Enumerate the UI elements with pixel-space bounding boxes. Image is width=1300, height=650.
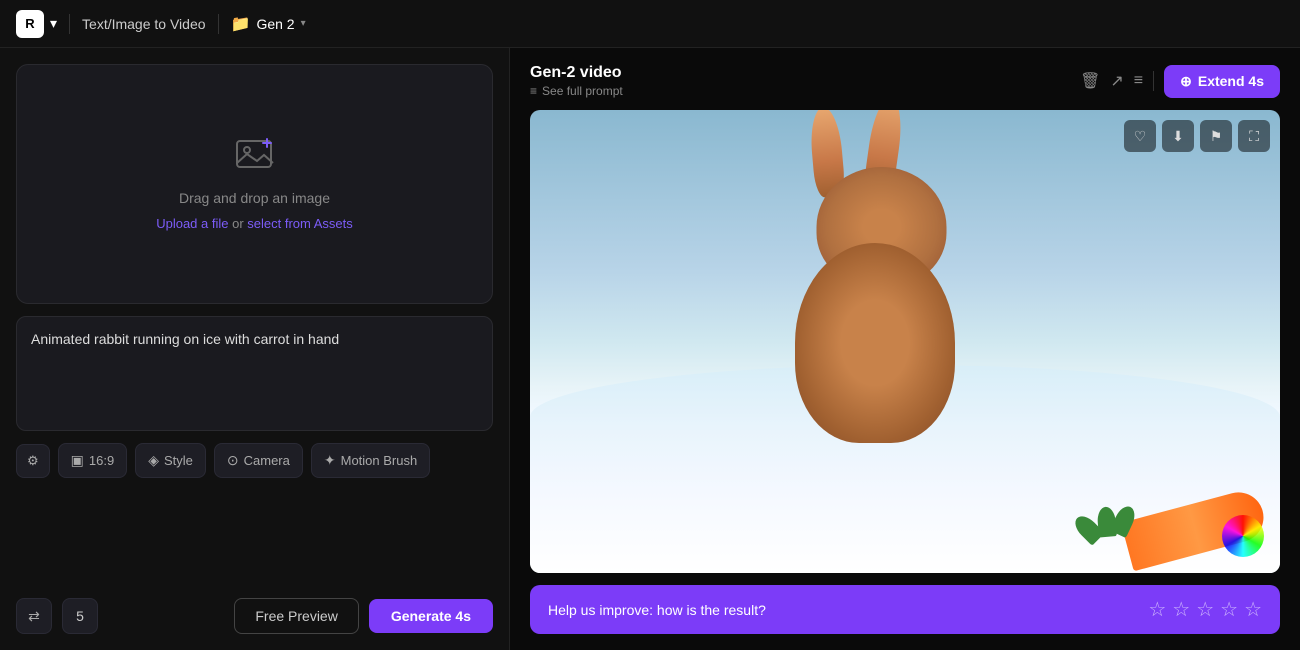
left-panel: Drag and drop an image Upload a file or … [0,48,510,650]
filter-button[interactable]: ⇄ [16,598,52,634]
logo-button[interactable]: R ▾ [16,10,57,38]
filter-icon: ⇄ [28,608,40,625]
see-prompt-label: See full prompt [542,84,623,98]
camera-button[interactable]: ⊙ Camera [214,443,303,478]
gen2-label: Gen 2 [256,16,294,32]
vertical-divider [1153,71,1154,91]
toolbar: ⚙ ▣ 16:9 ◈ Style ⊙ Camera ✦ Motion Brush [16,443,493,478]
image-upload-icon [235,137,275,180]
favorite-button[interactable]: ♡ [1124,120,1156,152]
sliders-icon: ⚙ [27,453,39,469]
settings-button[interactable]: ⚙ [16,444,50,478]
share-icon[interactable]: ↗ [1110,71,1123,91]
extend-button[interactable]: ⊕ Extend 4s [1164,65,1280,98]
star-4[interactable]: ☆ [1220,597,1238,622]
style-button[interactable]: ◈ Style [135,443,206,478]
video-header: Gen-2 video ≡ See full prompt 🗑 ↗ ≡ ⊕ Ex… [530,64,1280,98]
bottom-bar: ⇄ 5 Free Preview Generate 4s [16,598,493,634]
prompt-input[interactable] [31,331,478,411]
chevron-down-icon: ▾ [301,18,306,29]
prompt-icon: ≡ [530,84,537,98]
topnav: R ▾ Text/Image to Video 📁 Gen 2 ▾ [0,0,1300,48]
download-button[interactable]: ⬇ [1162,120,1194,152]
upload-file-link[interactable]: Upload a file [156,216,228,231]
page-title: Text/Image to Video [82,16,205,32]
upload-links: Upload a file or select from Assets [156,216,353,231]
flag-button[interactable]: ⚑ [1200,120,1232,152]
prompt-area [16,316,493,431]
camera-label: Camera [244,453,290,468]
feedback-text: Help us improve: how is the result? [548,602,766,618]
rabbit-body [795,243,955,443]
video-overlay-icons: ♡ ⬇ ⚑ ⛶ [1124,120,1270,152]
star-5[interactable]: ☆ [1244,597,1262,622]
video-title: Gen-2 video [530,64,623,82]
menu-icon[interactable]: ≡ [1134,72,1143,90]
style-icon: ◈ [148,452,159,469]
aspect-ratio-button[interactable]: ▣ 16:9 [58,443,128,478]
rabbit-figure [718,142,1033,443]
select-assets-link[interactable]: select from Assets [247,216,352,231]
chevron-down-icon: ▾ [50,15,57,32]
brush-icon: ✦ [324,452,336,469]
fullscreen-button[interactable]: ⛶ [1238,120,1270,152]
motion-brush-button[interactable]: ✦ Motion Brush [311,443,430,478]
star-2[interactable]: ☆ [1172,597,1190,622]
count-badge: 5 [62,598,98,634]
aspect-ratio-icon: ▣ [71,452,84,469]
star-rating[interactable]: ☆ ☆ ☆ ☆ ☆ [1148,597,1262,622]
image-drop-area[interactable]: Drag and drop an image Upload a file or … [16,64,493,304]
video-scene [530,110,1280,573]
color-wheel-icon [1222,515,1264,557]
star-3[interactable]: ☆ [1196,597,1214,622]
camera-icon: ⊙ [227,452,239,469]
video-title-area: Gen-2 video ≡ See full prompt [530,64,623,98]
video-actions: 🗑 ↗ ≡ ⊕ Extend 4s [1080,65,1280,98]
free-preview-button[interactable]: Free Preview [234,598,358,634]
motion-brush-label: Motion Brush [341,453,418,468]
extend-label: Extend 4s [1198,73,1264,89]
feedback-bar: Help us improve: how is the result? ☆ ☆ … [530,585,1280,634]
logo-icon: R [16,10,44,38]
nav-divider [69,14,70,34]
nav-divider2 [218,14,219,34]
style-label: Style [164,453,193,468]
aspect-ratio-label: 16:9 [89,453,114,468]
folder-icon: 📁 [231,14,251,34]
main-layout: Drag and drop an image Upload a file or … [0,48,1300,650]
gen2-selector[interactable]: 📁 Gen 2 ▾ [231,14,306,34]
extend-icon: ⊕ [1180,73,1192,90]
right-panel: Gen-2 video ≡ See full prompt 🗑 ↗ ≡ ⊕ Ex… [510,48,1300,650]
delete-icon[interactable]: 🗑 [1080,71,1100,91]
see-full-prompt-button[interactable]: ≡ See full prompt [530,84,623,98]
drag-drop-text: Drag and drop an image [179,190,330,206]
star-1[interactable]: ☆ [1148,597,1166,622]
video-preview: ♡ ⬇ ⚑ ⛶ [530,110,1280,573]
generate-button[interactable]: Generate 4s [369,599,493,633]
